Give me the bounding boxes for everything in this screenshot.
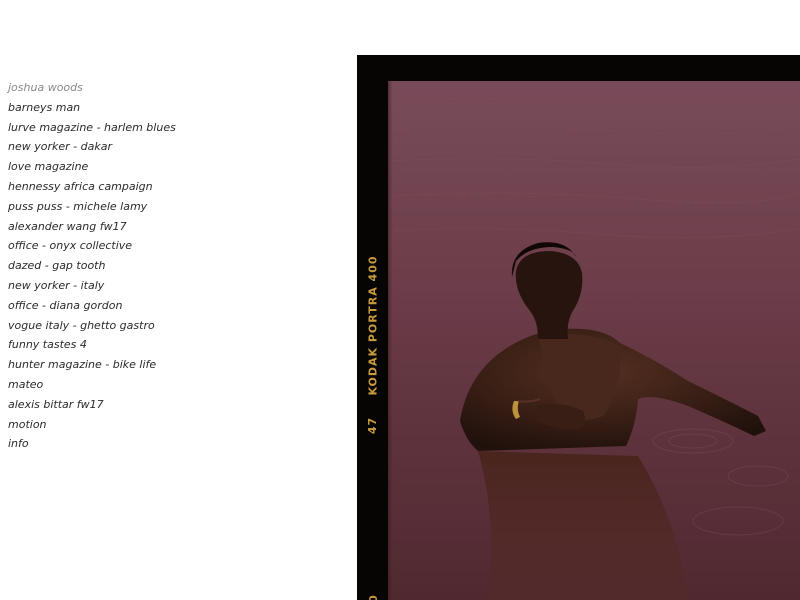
nav-item-info[interactable]: info bbox=[8, 434, 308, 454]
nav-item-alexander-wang[interactable]: alexander wang fw17 bbox=[8, 217, 308, 237]
nav-item-new-yorker-italy[interactable]: new yorker - italy bbox=[8, 276, 308, 296]
nav-item-vogue-italy[interactable]: vogue italy - ghetto gastro bbox=[8, 316, 308, 336]
nav-item-funny-tastes[interactable]: funny tastes 4 bbox=[8, 335, 308, 355]
sidebar-nav: joshua woods barneys man lurve magazine … bbox=[8, 78, 308, 454]
project-list: barneys man lurve magazine - harlem blue… bbox=[8, 98, 308, 454]
frame-number-bottom-label: 0 bbox=[366, 593, 380, 600]
nav-item-hunter-magazine[interactable]: hunter magazine - bike life bbox=[8, 355, 308, 375]
site-title-link[interactable]: joshua woods bbox=[8, 78, 308, 98]
photo-illustration bbox=[388, 81, 800, 600]
nav-item-mateo[interactable]: mateo bbox=[8, 375, 308, 395]
nav-item-motion[interactable]: motion bbox=[8, 415, 308, 435]
nav-item-office-diana-gordon[interactable]: office - diana gordon bbox=[8, 296, 308, 316]
film-brand-label: KODAK PORTRA 400 bbox=[366, 254, 380, 396]
nav-item-hennessy-africa[interactable]: hennessy africa campaign bbox=[8, 177, 308, 197]
nav-item-lurve-magazine[interactable]: lurve magazine - harlem blues bbox=[8, 118, 308, 138]
nav-item-office-onyx[interactable]: office - onyx collective bbox=[8, 236, 308, 256]
nav-item-love-magazine[interactable]: love magazine bbox=[8, 157, 308, 177]
nav-item-barneys-man[interactable]: barneys man bbox=[8, 98, 308, 118]
film-edge-markings: KODAK PORTRA 400 47 0 bbox=[365, 55, 381, 600]
nav-item-dazed-gap-tooth[interactable]: dazed - gap tooth bbox=[8, 256, 308, 276]
portrait-photo bbox=[388, 81, 800, 600]
nav-item-puss-puss[interactable]: puss puss - michele lamy bbox=[8, 197, 308, 217]
nav-item-new-yorker-dakar[interactable]: new yorker - dakar bbox=[8, 137, 308, 157]
nav-item-alexis-bittar[interactable]: alexis bittar fw17 bbox=[8, 395, 308, 415]
frame-number-label: 47 bbox=[366, 416, 380, 434]
